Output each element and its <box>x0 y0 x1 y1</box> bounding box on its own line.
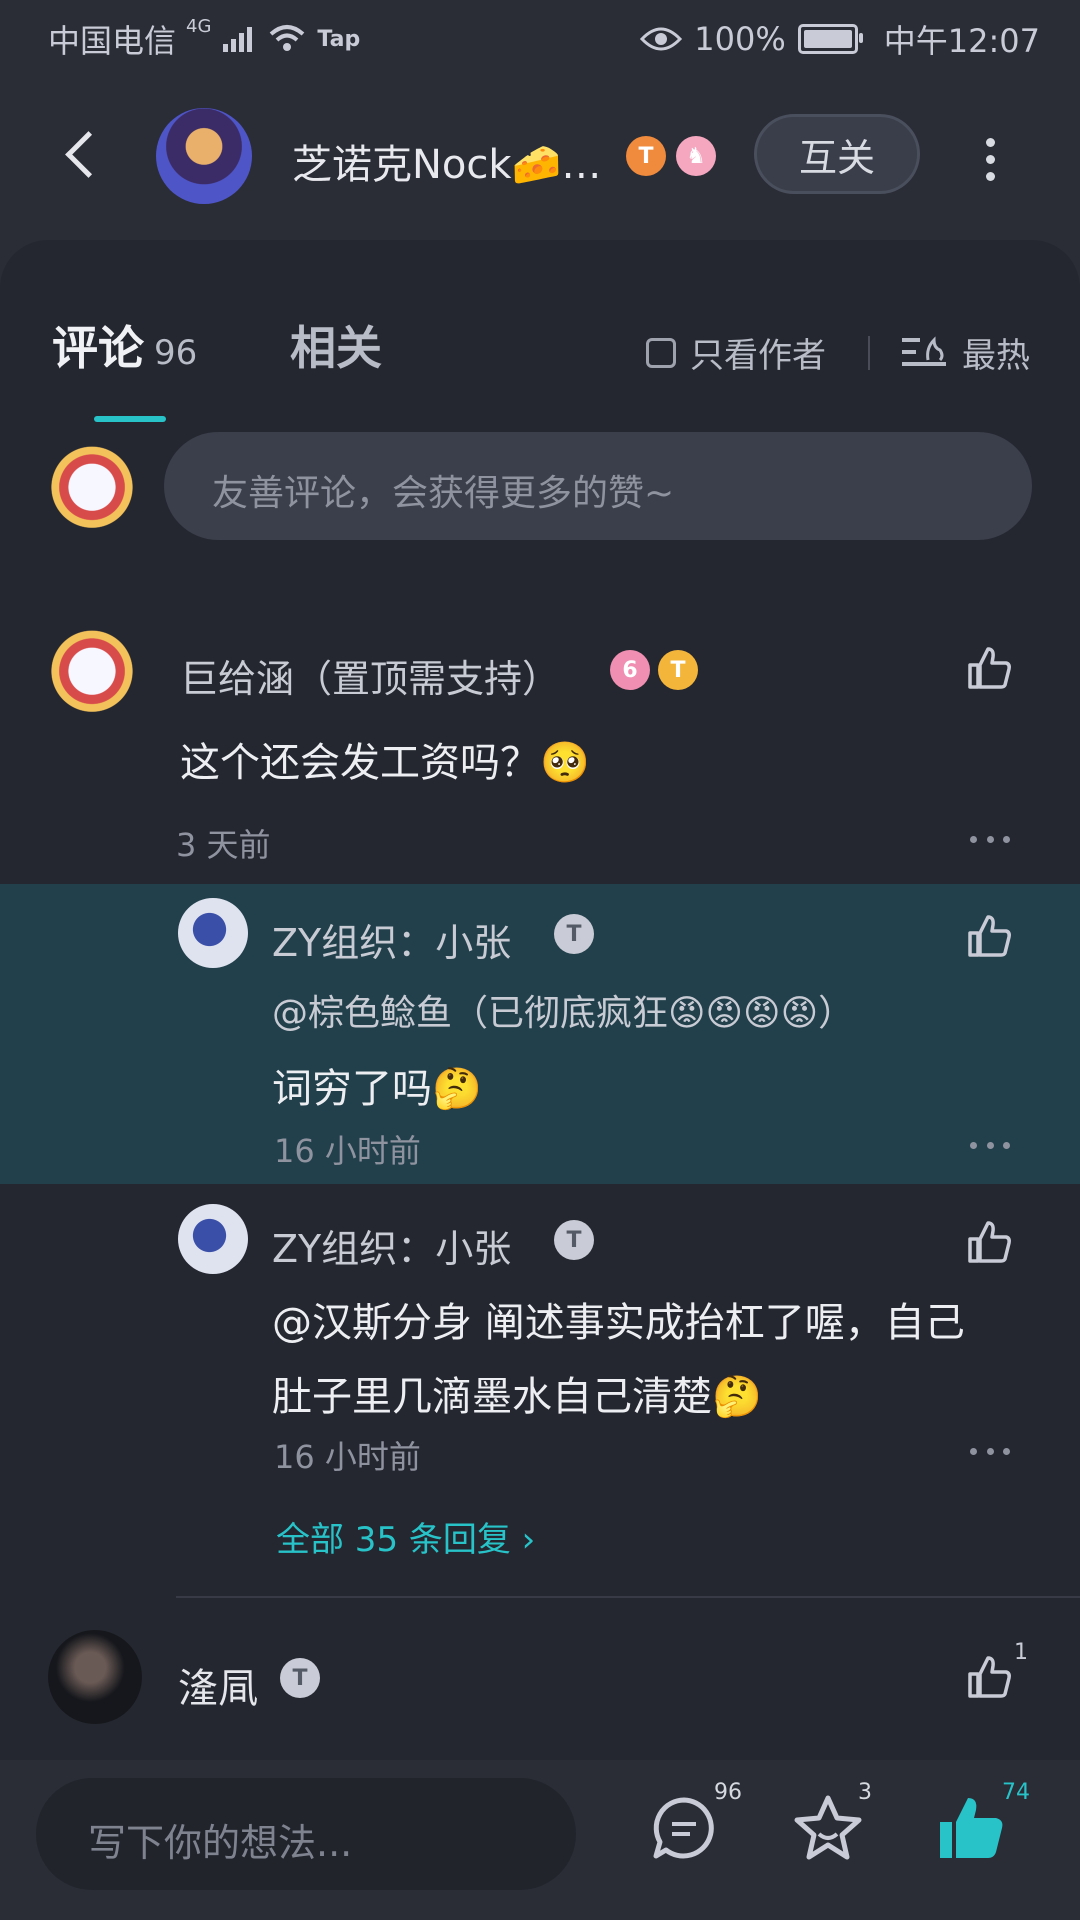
avatar[interactable] <box>48 1630 142 1724</box>
sort-hot-icon <box>902 335 946 366</box>
reply-username[interactable]: ZY组织：小张 <box>272 1218 511 1273</box>
like-count: 74 <box>1002 1780 1030 1805</box>
write-input[interactable]: 写下你的想法... <box>36 1778 576 1890</box>
only-author-label: 只看作者 <box>690 336 826 376</box>
level-badge-icon: T <box>626 136 666 176</box>
comment-input[interactable]: 友善评论，会获得更多的赞~ <box>164 432 1032 540</box>
comment-time: 3 天前 <box>176 826 271 864</box>
view-all-replies-link[interactable]: 全部 35 条回复 › <box>276 1512 535 1561</box>
like-icon[interactable] <box>966 1219 1014 1265</box>
like-icon[interactable] <box>966 1654 1014 1700</box>
thumbs-up-icon[interactable] <box>936 1792 1008 1864</box>
bottom-bar: 写下你的想法... 96 3 74 <box>0 1760 1080 1920</box>
battery-icon <box>797 24 863 54</box>
battery-percent: 100% <box>694 20 786 58</box>
avatar[interactable] <box>178 898 248 968</box>
carrier-label: 中国电信 <box>48 22 177 60</box>
more-horizontal-icon[interactable] <box>970 1448 1010 1458</box>
tab-bar: 评论 96 相关 只看作者 最热 <box>0 280 1080 422</box>
reply-text-line: 词穷了吗🤔 <box>272 1066 482 1112</box>
divider <box>868 336 870 370</box>
comment-text: 这个还会发工资吗？🥺 <box>180 740 590 786</box>
level-badge-icon: T <box>280 1658 320 1698</box>
follow-button[interactable]: 互关 <box>754 114 920 194</box>
network-label: 4G <box>186 16 212 37</box>
back-icon[interactable] <box>60 126 104 186</box>
active-tab-indicator <box>94 416 166 422</box>
like-icon[interactable] <box>966 913 1014 959</box>
sort-button[interactable]: 最热 <box>902 328 1030 377</box>
divider <box>176 1596 1080 1598</box>
reply-text-line: @汉斯分身 阐述事实成抬杠了喔，自己 <box>272 1300 965 1346</box>
reply-username[interactable]: ZY组织：小张 <box>272 912 511 967</box>
level-badge-icon: T <box>658 650 698 690</box>
more-horizontal-icon[interactable] <box>970 836 1010 846</box>
author-avatar[interactable] <box>156 108 252 204</box>
tab-comments-count: 96 <box>154 333 198 373</box>
author-name[interactable]: 芝诺克Nock🧀… <box>292 132 601 190</box>
unicorn-badge-icon: ♞ <box>676 136 716 176</box>
comment-count: 96 <box>714 1780 742 1805</box>
app-indicator: Tap <box>317 26 361 52</box>
eye-icon <box>640 27 683 51</box>
sort-label: 最热 <box>962 336 1030 376</box>
avatar[interactable] <box>178 1204 248 1274</box>
level-badge-icon: T <box>554 914 594 954</box>
tab-comments-label: 评论 <box>52 321 144 375</box>
favorite-count: 3 <box>858 1780 872 1805</box>
checkbox-icon[interactable] <box>646 337 676 368</box>
write-input-placeholder: 写下你的想法... <box>88 1821 353 1865</box>
comment-username[interactable]: 湰凬 <box>178 1656 258 1714</box>
clock: 中午12:07 <box>883 22 1040 60</box>
like-count: 1 <box>1014 1640 1028 1665</box>
avatar[interactable] <box>40 614 144 718</box>
comment-icon[interactable] <box>648 1792 720 1864</box>
reply-time: 16 小时前 <box>274 1132 421 1170</box>
rank-badge-icon: 6 <box>610 650 650 690</box>
tab-related[interactable]: 相关 <box>290 312 382 378</box>
like-icon[interactable] <box>966 645 1014 691</box>
more-vertical-icon[interactable] <box>980 130 1000 190</box>
level-badge-icon: T <box>554 1220 594 1260</box>
comment-input-placeholder: 友善评论，会获得更多的赞~ <box>212 473 675 514</box>
my-avatar <box>40 430 144 534</box>
star-icon[interactable] <box>792 1792 864 1864</box>
top-bar: 芝诺克Nock🧀… T ♞ 互关 <box>0 72 1080 242</box>
tab-comments[interactable]: 评论 96 <box>52 312 197 378</box>
status-bar: 中国电信 4G Tap 100% 中午12:07 <box>0 0 1080 72</box>
reply-time: 16 小时前 <box>274 1438 421 1476</box>
reply-text-line: @棕色鲶鱼（已彻底疯狂😡😡😡😡） <box>272 993 855 1034</box>
signal-icon <box>223 27 253 52</box>
wifi-icon <box>270 25 305 51</box>
comment-username[interactable]: 巨给涵（置顶需支持） <box>180 648 560 703</box>
only-author-toggle[interactable]: 只看作者 <box>646 328 826 377</box>
more-horizontal-icon[interactable] <box>970 1142 1010 1152</box>
reply-text-line: 肚子里几滴墨水自己清楚🤔 <box>272 1374 762 1420</box>
